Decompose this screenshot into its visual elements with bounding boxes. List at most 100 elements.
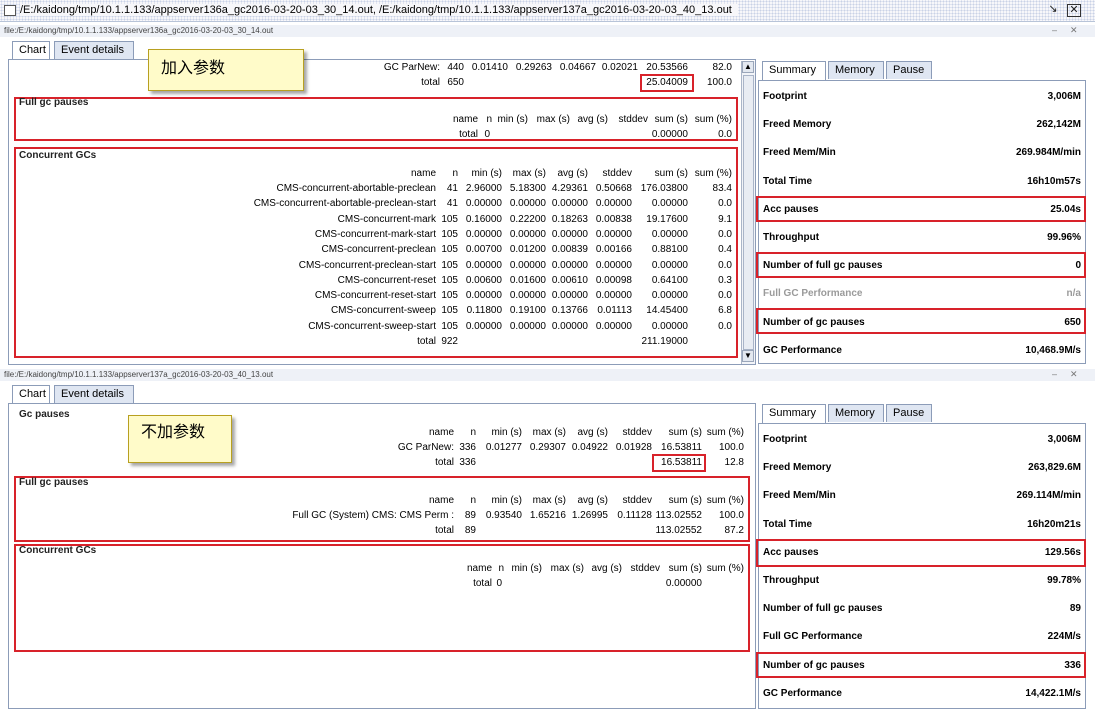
summary-row: Freed Mem/Min 269.984M/min: [759, 139, 1085, 167]
summary-value: 224M/s: [1047, 631, 1081, 643]
concurrent-row-avg: 0.00000: [551, 198, 588, 210]
col-header-sum: sum (s): [654, 114, 688, 125]
bottom-tab-memory[interactable]: Memory: [828, 404, 884, 422]
gc-header-n: n: [470, 427, 476, 438]
b-full-gc-title: Full gc pauses: [19, 477, 89, 488]
col-header-name: name: [452, 114, 478, 125]
highlight-gc-total-sum: [640, 74, 694, 92]
col-header-max: max (s): [536, 114, 570, 125]
conc-header-n: n: [452, 168, 458, 179]
bottom-tab-summary[interactable]: Summary: [762, 404, 826, 423]
summary-value: 262,142M: [1036, 119, 1081, 131]
gc-parnew-max: 0.29263: [515, 62, 552, 73]
b-parnew-min: 0.01277: [485, 442, 522, 453]
summary-label: Number of full gc pauses: [763, 603, 883, 615]
gc-parnew-min: 0.01410: [471, 62, 508, 73]
gc-total-pct: 100.0: [706, 77, 732, 88]
concurrent-row-pct: 0.0: [718, 259, 732, 271]
bc-header-sum: sum (s): [668, 563, 702, 574]
conc-header-name: name: [410, 168, 436, 179]
summary-row: Freed Memory 262,142M: [759, 111, 1085, 139]
summary-value: n/a: [1066, 288, 1081, 300]
summary-row: Footprint 3,006M: [759, 83, 1085, 111]
bottom-tab-pause[interactable]: Pause: [886, 404, 932, 422]
b-parnew-avg: 0.04922: [571, 442, 608, 453]
concurrent-row-avg: 0.13766: [551, 305, 588, 317]
bottom-minimize-icon[interactable]: –: [1052, 369, 1057, 379]
bottom-tab-chart[interactable]: Chart: [12, 385, 50, 404]
concurrent-row-stddev: 0.00098: [595, 274, 632, 286]
top-tab-chart[interactable]: Chart: [12, 41, 50, 60]
top-tab-memory[interactable]: Memory: [828, 61, 884, 79]
b-parnew-stddev: 0.01928: [615, 442, 652, 453]
concurrent-row-name: CMS-concurrent-mark-start: [314, 228, 436, 240]
concurrent-row-name: CMS-concurrent-reset-start: [314, 290, 436, 302]
close-icon[interactable]: ✕: [1067, 4, 1081, 17]
scroll-thumb[interactable]: [743, 75, 754, 350]
summary-value: 16h20m21s: [1027, 518, 1081, 530]
highlight-b-gc-count: [756, 652, 1086, 678]
concurrent-row-n: 105: [441, 290, 458, 302]
summary-row: Throughput 99.96%: [759, 224, 1085, 252]
highlight-b-concurrent-section: [14, 544, 750, 652]
concurrent-row-pct: 0.0: [718, 198, 732, 210]
concurrent-row-name: CMS-concurrent-sweep: [330, 305, 436, 317]
bottom-tab-event-details[interactable]: Event details: [54, 385, 134, 403]
full-gc-total-sum: 0.00000: [651, 129, 688, 140]
summary-row: Full GC Performance 224M/s: [759, 623, 1085, 651]
bf-total-n: 89: [464, 525, 476, 536]
concurrent-row-name: CMS-concurrent-mark: [337, 213, 436, 225]
concurrent-row-stddev: 0.00000: [595, 320, 632, 332]
highlight-b-acc-pauses: [756, 539, 1086, 567]
highlight-b-full-gc-section: [14, 476, 750, 542]
gc-header-stddev: stddev: [622, 427, 652, 438]
summary-label: Freed Mem/Min: [763, 490, 836, 502]
restore-icon[interactable]: ↘: [1046, 4, 1060, 17]
bf-header-min: min (s): [491, 495, 522, 506]
concurrent-row-pct: 83.4: [712, 183, 732, 194]
gc-parnew-stddev: 0.02021: [601, 62, 638, 73]
scroll-down-icon[interactable]: ▼: [742, 350, 754, 362]
conc-header-max: max (s): [512, 168, 546, 179]
bf-row-min: 0.93540: [485, 510, 522, 521]
scroll-up-icon[interactable]: ▲: [742, 61, 754, 73]
window-icon: [4, 5, 16, 16]
summary-label: Full GC Performance: [763, 631, 863, 643]
summary-value: 263,829.6M: [1028, 462, 1081, 474]
concurrent-row-name: CMS-concurrent-abortable-preclean: [276, 183, 436, 194]
bc-header-stddev: stddev: [630, 563, 660, 574]
concurrent-row-max: 0.00000: [509, 320, 546, 332]
full-gc-total-n: 0: [484, 129, 490, 140]
summary-label: Throughput: [763, 232, 820, 243]
b-parnew-max: 0.29307: [529, 442, 566, 453]
concurrent-row-max: 0.01600: [509, 274, 546, 286]
top-tab-event-details[interactable]: Event details: [54, 41, 134, 59]
concurrent-row-pct: 9.1: [718, 213, 732, 225]
top-tab-summary[interactable]: Summary: [762, 61, 826, 80]
summary-row: Total Time 16h20m21s: [759, 511, 1085, 539]
bf-row-avg: 1.26995: [571, 510, 608, 521]
top-minimize-icon[interactable]: –: [1052, 25, 1057, 35]
concurrent-row-max: 0.00000: [509, 198, 546, 210]
gc-header-name: name: [428, 427, 454, 438]
bf-header-max: max (s): [532, 495, 566, 506]
summary-value: 269.114M/min: [1016, 490, 1081, 502]
top-scrollbar[interactable]: ▲ ▼: [741, 61, 755, 364]
summary-label: Footprint: [763, 91, 807, 102]
highlight-top-gc-count: [756, 308, 1086, 334]
bottom-close-icon[interactable]: ✕: [1070, 369, 1078, 380]
col-header-sum-pct: sum (%): [694, 114, 732, 125]
top-close-icon[interactable]: ✕: [1070, 25, 1078, 36]
concurrent-row-stddev: 0.00000: [595, 290, 632, 302]
conc-header-min: min (s): [471, 168, 502, 179]
concurrent-row-min: 2.96000: [465, 183, 502, 194]
concurrent-title: Concurrent GCs: [19, 150, 97, 161]
summary-value: 16h10m57s: [1027, 175, 1081, 187]
b-concurrent-title: Concurrent GCs: [19, 545, 97, 556]
summary-value: 14,422.1M/s: [1025, 687, 1081, 699]
concurrent-row-avg: 0.00610: [551, 274, 588, 286]
gc-parnew-sum: 20.53566: [646, 62, 688, 73]
conc-header-avg: avg (s): [557, 168, 588, 179]
summary-value: 10,468.9M/s: [1025, 344, 1081, 356]
top-tab-pause[interactable]: Pause: [886, 61, 932, 79]
